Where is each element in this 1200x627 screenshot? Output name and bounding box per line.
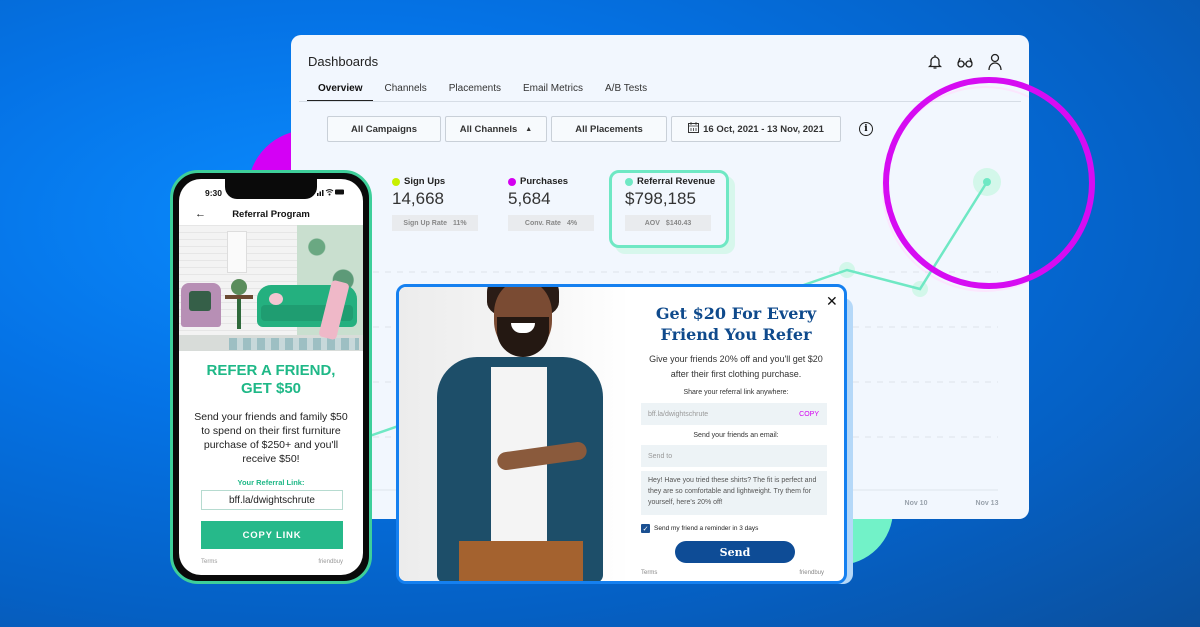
metric-sub-value: $140.43 <box>665 219 692 227</box>
metric-sub-label: AOV <box>644 219 660 227</box>
metric-purchases[interactable]: Purchases 5,684 Conv. Rate 4% <box>508 176 594 231</box>
phone-notch <box>225 179 317 199</box>
popup-title: Get $20 For Every Friend You Refer <box>655 304 817 344</box>
popup-description: Give your friends 20% off and you'll get… <box>649 354 823 379</box>
share-link-label: Share your referral link anywhere: <box>683 389 789 396</box>
message-textarea[interactable]: Hey! Have you tried these shirts? The fi… <box>641 471 827 515</box>
referral-link-field[interactable]: bff.la/dwightschrute COPY <box>641 403 827 425</box>
headline-line: REFER A FRIEND, <box>206 362 336 379</box>
channels-select-label: All Channels <box>459 123 518 135</box>
tab-overview[interactable]: Overview <box>307 83 374 102</box>
living-room-photo <box>179 225 363 351</box>
reminder-checkbox[interactable]: ✓ <box>641 524 650 533</box>
email-section-label: Send your friends an email: <box>693 432 779 439</box>
x-tick-label: Nov 13 <box>976 500 999 507</box>
brand-label: friendbuy <box>799 570 824 576</box>
referral-link-value: bff.la/dwightschrute <box>648 410 709 418</box>
referral-link-label: Your Referral Link: <box>237 478 305 487</box>
refer-description: Send your friends and family $50 to spen… <box>194 411 348 465</box>
tabs-divider <box>299 101 1021 102</box>
metric-sub-label: Conv. Rate <box>524 219 561 227</box>
copy-link-button[interactable]: COPY LINK <box>201 521 343 549</box>
refer-headline: REFER A FRIEND, GET $50 <box>179 362 363 398</box>
metric-value: $798,185 <box>625 189 696 208</box>
metric-sign-ups[interactable]: Sign Ups 14,668 Sign Up Rate 11% <box>392 176 478 231</box>
metric-label: Sign Ups <box>404 176 446 187</box>
user-icon[interactable] <box>987 53 1003 71</box>
phone-screen: 9:30 ← Referral Program REFER A FRIEND, … <box>179 179 363 575</box>
purchases-color-dot <box>508 177 516 186</box>
calendar-icon <box>688 122 700 136</box>
metric-value: 14,668 <box>392 189 444 208</box>
referral-popup: ✕ Get $20 For Every Friend You Refer Giv… <box>396 284 847 584</box>
metric-value: 5,684 <box>508 189 551 208</box>
copy-button[interactable]: COPY <box>799 411 819 418</box>
reminder-checkbox-row[interactable]: ✓ Send my friend a reminder in 3 days <box>641 524 758 533</box>
terms-link[interactable]: Terms <box>201 559 217 565</box>
date-range-picker[interactable]: 16 Oct, 2021 - 13 Nov, 2021 <box>671 116 841 142</box>
filter-bar: All Campaigns All Channels ▲ All Placeme… <box>327 116 873 142</box>
tab-placements[interactable]: Placements <box>438 83 512 102</box>
brand-label: friendbuy <box>318 559 343 565</box>
terms-link[interactable]: Terms <box>641 570 657 576</box>
referral-revenue-color-dot <box>625 177 633 186</box>
send-button[interactable]: Send <box>675 541 795 563</box>
metric-label: Purchases <box>520 176 569 187</box>
metric-sub-label: Sign Up Rate <box>403 219 447 227</box>
metric-label: Referral Revenue <box>637 176 716 187</box>
tab-bar: Overview Channels Placements Email Metri… <box>307 83 658 102</box>
send-to-input[interactable]: Send to <box>641 445 827 467</box>
sign-ups-color-dot <box>392 177 400 186</box>
tab-email-metrics[interactable]: Email Metrics <box>512 83 594 102</box>
reminder-label: Send my friend a reminder in 3 days <box>654 525 759 532</box>
sort-arrows-icon: ▲ <box>525 125 533 133</box>
phone-nav-title: Referral Program <box>232 209 310 220</box>
metric-sub-value: 4% <box>566 219 578 227</box>
decorative-magenta-ring <box>883 77 1095 289</box>
tab-channels[interactable]: Channels <box>373 83 437 102</box>
referral-link-field[interactable]: bff.la/dwightschrute <box>201 490 343 510</box>
tab-ab-tests[interactable]: A/B Tests <box>594 83 658 102</box>
headline-line: GET $50 <box>240 380 302 397</box>
status-icons <box>317 188 345 198</box>
status-time: 9:30 <box>205 188 223 198</box>
info-icon[interactable]: i <box>859 122 873 136</box>
metric-referral-revenue[interactable]: Referral Revenue $798,185 AOV $140.43 <box>625 176 715 231</box>
phone-mockup: 9:30 ← Referral Program REFER A FRIEND, … <box>170 170 372 584</box>
glasses-icon[interactable] <box>957 53 973 71</box>
x-tick-label: Nov 10 <box>905 500 928 507</box>
placements-filter[interactable]: All Placements <box>551 116 667 142</box>
channels-select[interactable]: All Channels ▲ <box>445 116 547 142</box>
metric-sub-value: 11% <box>452 219 467 227</box>
campaigns-filter[interactable]: All Campaigns <box>327 116 441 142</box>
bell-icon[interactable] <box>927 53 943 71</box>
model-photo <box>399 287 629 581</box>
date-range-value: 16 Oct, 2021 - 13 Nov, 2021 <box>703 123 824 135</box>
page-title: Dashboards <box>308 54 379 69</box>
